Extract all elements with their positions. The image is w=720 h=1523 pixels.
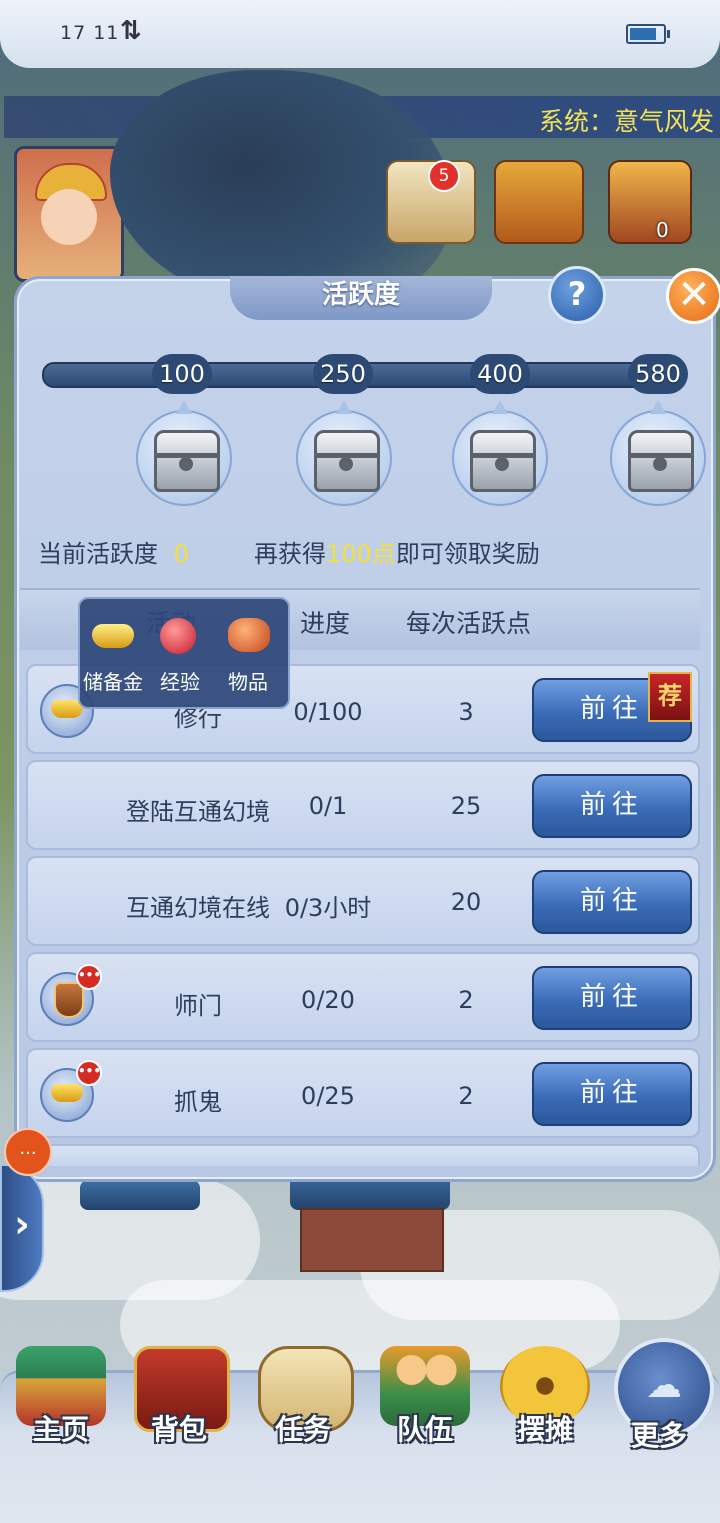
more-options-button[interactable]: ... xyxy=(4,1128,52,1176)
current-activity-value: 0 xyxy=(173,540,189,568)
player-avatar[interactable] xyxy=(14,146,124,282)
activity-progress: 0/20 xyxy=(301,986,355,1014)
building-roof xyxy=(80,1180,200,1210)
treasure-chest-icon[interactable] xyxy=(494,160,584,244)
gold-ingot-icon xyxy=(92,624,134,648)
table-row: ••• 师门 0/20 2 前往 xyxy=(26,952,700,1042)
table-row: ••• 抓鬼 0/25 2 前往 xyxy=(26,1048,700,1138)
item-pouch-icon xyxy=(228,618,270,652)
nav-home[interactable]: 主页 xyxy=(6,1340,116,1450)
building-wall xyxy=(300,1208,444,1272)
activity-points: 25 xyxy=(450,792,482,820)
cloud-swirl-icon: ☁ xyxy=(646,1365,682,1406)
nav-team-label: 队伍 xyxy=(396,1413,453,1446)
nav-more-label: 更多 xyxy=(630,1419,687,1452)
go-button[interactable]: 前往 xyxy=(532,870,692,934)
activity-progress: 0/1 xyxy=(308,792,348,820)
nav-stall-label: 摆摊 xyxy=(516,1413,573,1446)
tooltip-label-experience: 经验 xyxy=(160,670,200,694)
battery-icon xyxy=(626,24,670,44)
reward-chest-100[interactable] xyxy=(136,400,232,506)
torch-count: 0 xyxy=(656,218,669,242)
reward-chest-580[interactable] xyxy=(610,400,706,506)
nav-stall[interactable]: 摆摊 xyxy=(490,1340,600,1450)
reward-chest-400[interactable] xyxy=(452,400,548,506)
system-message: 系统：意气风发 xyxy=(538,107,714,136)
activity-points: 3 xyxy=(458,698,474,726)
column-progress: 进度 xyxy=(300,609,351,638)
notification-badge: 5 xyxy=(428,160,460,192)
experience-orb-icon xyxy=(160,618,196,654)
column-points: 每次活跃点 xyxy=(406,609,532,638)
reward-hint: 再获得100点即可领取奖励 xyxy=(254,534,540,569)
activity-points: 2 xyxy=(458,1082,474,1110)
chest-icon xyxy=(154,430,220,492)
help-button[interactable]: ? xyxy=(548,266,606,324)
table-row: 登陆互通幻境 0/1 25 前往 xyxy=(26,760,700,850)
chest-icon xyxy=(314,430,380,492)
close-button[interactable]: ✕ xyxy=(666,268,720,324)
go-button[interactable]: 前往 xyxy=(532,966,692,1030)
current-activity-label: 当前活跃度 xyxy=(38,540,158,568)
hint-highlight: 100点 xyxy=(326,540,396,568)
go-button[interactable]: 前往 xyxy=(532,1062,692,1126)
activity-points: 2 xyxy=(458,986,474,1014)
status-bar: 17 11 ⇅ xyxy=(0,0,720,68)
reward-chest-250[interactable] xyxy=(296,400,392,506)
nav-backpack-label: 背包 xyxy=(150,1413,207,1446)
milestone-label-250: 250 xyxy=(313,354,373,394)
nav-home-label: 主页 xyxy=(32,1413,89,1446)
recommend-badge: 荐 xyxy=(648,672,692,722)
milestone-label-400: 400 xyxy=(470,354,530,394)
avatar-face xyxy=(41,189,97,245)
hint-prefix: 再获得 xyxy=(254,540,326,568)
go-button[interactable]: 前往 xyxy=(532,774,692,838)
torch-icon[interactable] xyxy=(608,160,692,244)
nav-backpack[interactable]: 背包 xyxy=(124,1340,234,1450)
table-row-partial xyxy=(26,1144,700,1166)
tooltip-label-item: 物品 xyxy=(228,670,268,694)
milestone-label-100: 100 xyxy=(152,354,212,394)
tooltip-label-reserve-gold: 储备金 xyxy=(83,670,143,694)
activity-points: 20 xyxy=(450,888,482,916)
expand-side-button[interactable]: › xyxy=(0,1164,44,1292)
nav-team[interactable]: 队伍 xyxy=(370,1340,480,1450)
activity-progress: 0/3小时 xyxy=(284,894,372,922)
nav-quests-label: 任务 xyxy=(274,1413,331,1446)
current-activity: 当前活跃度 0 xyxy=(38,534,189,569)
chest-icon xyxy=(628,430,694,492)
clock-time: 17 11 xyxy=(60,22,120,44)
table-row: 互通幻境在线 0/3小时 20 前往 xyxy=(26,856,700,946)
milestone-label-580: 580 xyxy=(628,354,688,394)
data-transfer-icon: ⇅ xyxy=(120,16,142,46)
chest-icon xyxy=(470,430,536,492)
hint-suffix: 即可领取奖励 xyxy=(395,540,540,568)
nav-quests[interactable]: 任务 xyxy=(248,1340,358,1450)
panel-title: 活跃度 xyxy=(321,280,400,310)
activity-progress: 0/25 xyxy=(301,1082,355,1110)
